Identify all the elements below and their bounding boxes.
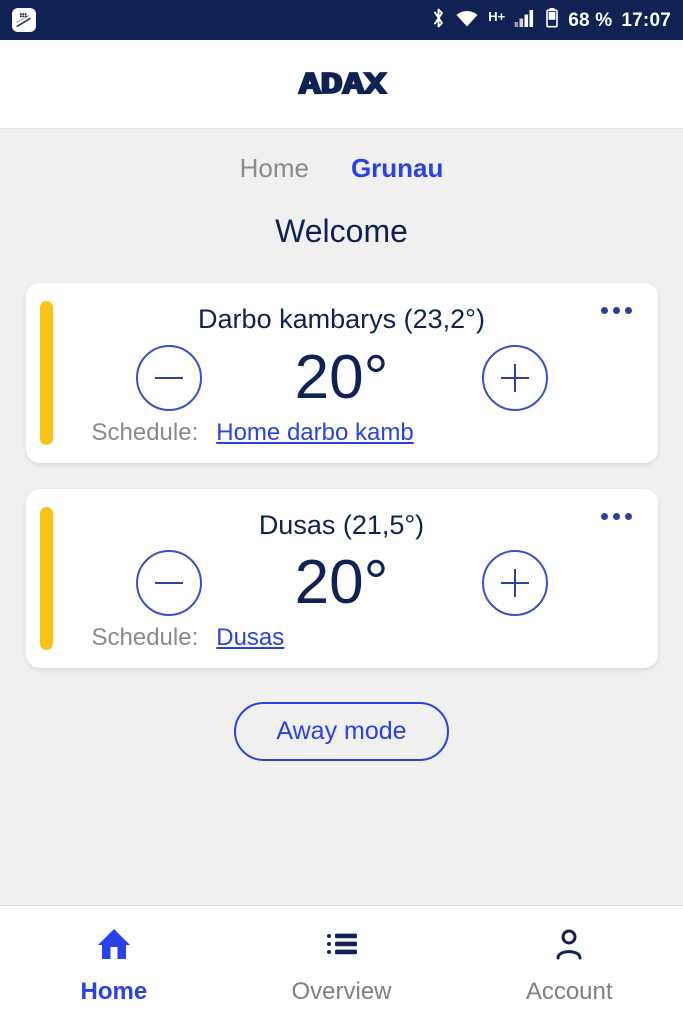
signal-bars-icon: [514, 8, 536, 33]
nav-label-overview: Overview: [291, 978, 392, 1005]
list-icon: [323, 926, 361, 967]
more-options-icon[interactable]: [600, 307, 632, 314]
plus-icon-vertical: [513, 363, 516, 392]
status-bar: H+ 68 % 17:07: [0, 0, 683, 40]
tab-grunau[interactable]: Grunau: [351, 155, 443, 181]
battery-percentage: 68 %: [568, 9, 613, 31]
clock: 17:07: [621, 9, 671, 31]
minus-icon: [154, 376, 183, 379]
adax-logo: ADAX: [297, 67, 388, 101]
app-screen: H+ 68 % 17:07 ADAX Home Grunau Welcome D…: [0, 0, 683, 1024]
nav-item-account[interactable]: Account: [455, 926, 683, 1004]
schedule-row: Schedule: Home darbo kamb: [26, 419, 658, 447]
target-temperature: 20°: [294, 342, 389, 412]
home-tabs: Home Grunau: [240, 155, 444, 181]
more-options-icon[interactable]: [600, 512, 632, 520]
room-title: Dusas (21,5°): [258, 509, 425, 540]
status-bar-left: [12, 8, 36, 32]
bottom-navigation: Home Overview Account: [0, 905, 683, 1024]
nav-item-overview[interactable]: Overview: [228, 926, 456, 1004]
schedule-row: Schedule: Dusas: [26, 624, 658, 652]
decrease-temperature-button[interactable]: [135, 344, 202, 411]
schedule-link[interactable]: Dusas: [216, 624, 284, 652]
nav-label-home: Home: [80, 978, 148, 1005]
schedule-link[interactable]: Home darbo kamb: [216, 419, 413, 447]
nav-label-account: Account: [525, 978, 613, 1005]
room-card-header: Dusas (21,5°): [26, 509, 658, 541]
room-title: Darbo kambarys (23,2°): [198, 304, 485, 334]
away-mode-button[interactable]: Away mode: [234, 702, 449, 762]
room-card[interactable]: Darbo kambarys (23,2°) 20° Schedule: Hom…: [25, 283, 658, 463]
room-card[interactable]: Dusas (21,5°) 20° Schedule: Dusas: [25, 488, 658, 669]
notification-app-icon: [12, 8, 36, 32]
wifi-icon: [455, 8, 479, 33]
main-content: Home Grunau Welcome Darbo kambarys (23,2…: [0, 129, 683, 905]
status-bar-right: H+ 68 % 17:07: [431, 7, 671, 34]
app-header: ADAX: [0, 40, 683, 129]
temperature-controls: 20°: [26, 548, 658, 618]
room-card-header: Darbo kambarys (23,2°): [26, 304, 658, 335]
bluetooth-icon: [431, 7, 446, 34]
battery-icon: [545, 7, 559, 34]
schedule-label: Schedule:: [91, 418, 199, 446]
tab-home[interactable]: Home: [240, 155, 309, 181]
increase-temperature-button[interactable]: [481, 344, 548, 411]
home-icon: [95, 926, 133, 967]
minus-icon: [154, 582, 183, 585]
person-icon: [550, 926, 588, 967]
network-type-indicator: H+: [488, 8, 506, 24]
nav-item-home[interactable]: Home: [0, 926, 228, 1004]
page-title: Welcome: [275, 213, 408, 249]
increase-temperature-button[interactable]: [481, 550, 548, 617]
schedule-label: Schedule:: [91, 624, 199, 652]
temperature-controls: 20°: [26, 342, 658, 412]
plus-icon-vertical: [513, 569, 516, 598]
target-temperature: 20°: [294, 548, 389, 618]
decrease-temperature-button[interactable]: [135, 550, 202, 617]
